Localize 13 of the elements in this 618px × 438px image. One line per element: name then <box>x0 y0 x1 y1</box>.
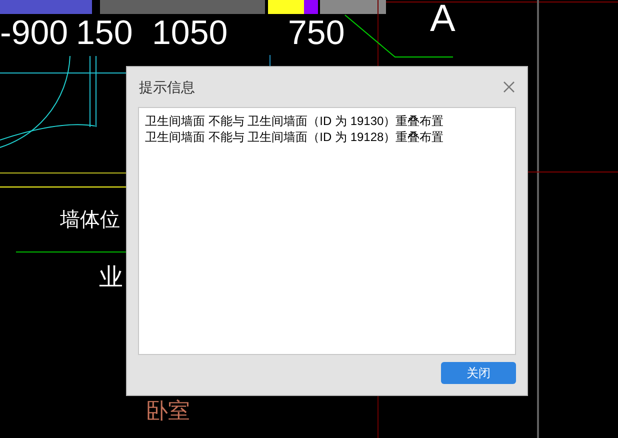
drawing-label: 750 <box>288 16 345 50</box>
message-line: 卫生间墙面 不能与 卫生间墙面（ID 为 19130）重叠布置 <box>145 113 445 129</box>
drawing-label: -900 <box>0 16 68 50</box>
message-line: 卫生间墙面 不能与 卫生间墙面（ID 为 19128）重叠布置 <box>145 129 445 145</box>
drawing-label: 卧室 <box>146 400 190 422</box>
drawing-label: 150 <box>76 16 133 50</box>
close-button[interactable]: 关闭 <box>441 362 516 384</box>
drawing-label: 墙体位 <box>60 210 120 230</box>
drawing-label: 业 <box>99 266 123 290</box>
drawing-label: A <box>430 0 456 38</box>
dialog-title: 提示信息 <box>139 78 195 96</box>
drawing-label: 1050 <box>152 16 228 50</box>
close-icon[interactable] <box>503 81 515 93</box>
